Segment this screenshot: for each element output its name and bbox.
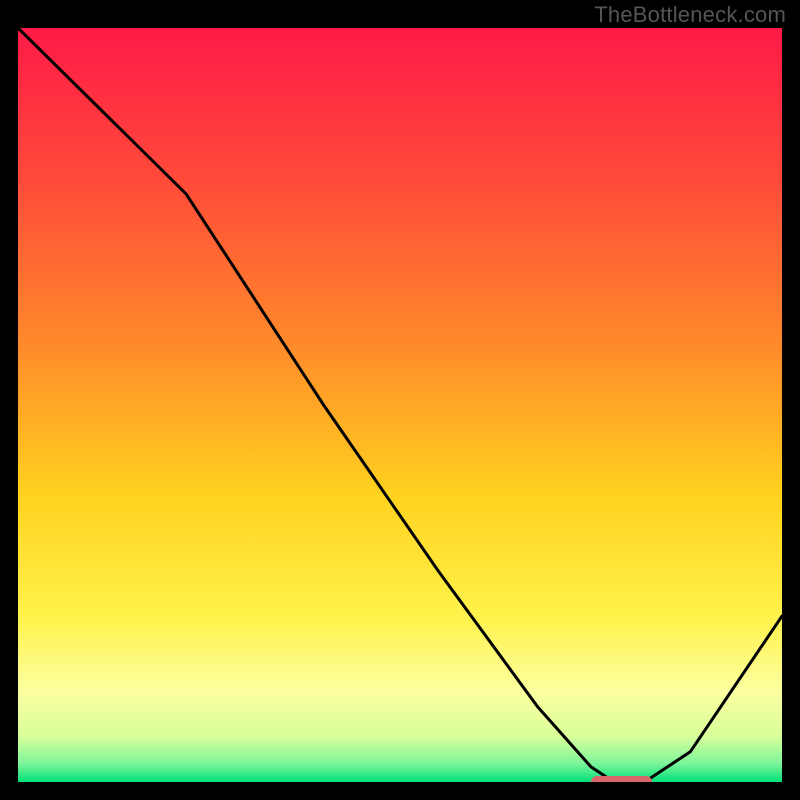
watermark-text: TheBottleneck.com: [594, 2, 786, 28]
plot-area: [18, 28, 782, 782]
chart-frame: TheBottleneck.com: [0, 0, 800, 800]
chart-svg: [18, 28, 782, 782]
optimal-range-marker: [591, 776, 652, 782]
